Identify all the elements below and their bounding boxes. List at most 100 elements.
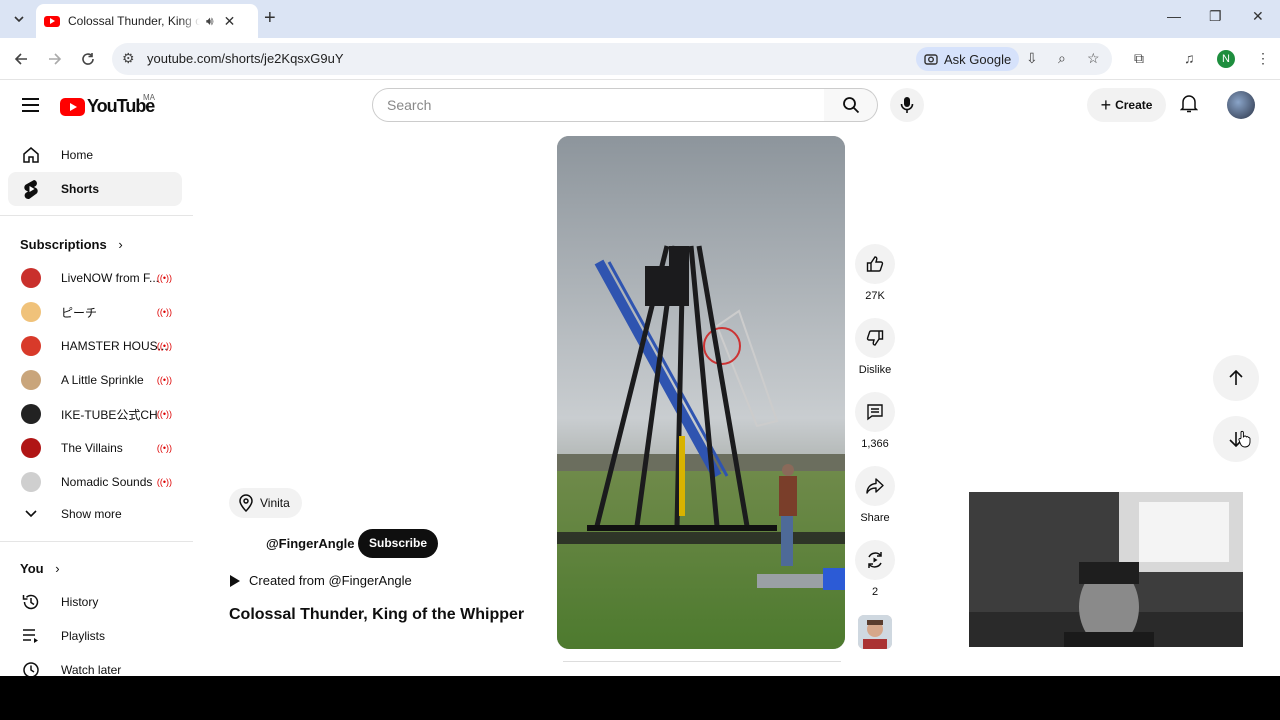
account-avatar[interactable] — [1227, 91, 1255, 119]
like-button[interactable] — [855, 244, 895, 284]
browser-tab[interactable]: Colossal Thunder, King of the Whipper 🔊︎… — [36, 4, 258, 38]
channel-avatar — [21, 438, 41, 458]
share-button[interactable] — [855, 466, 895, 506]
sidebar-subscription-item[interactable]: Nomadic Sounds ((•)) — [8, 465, 182, 499]
arrow-up-icon — [1229, 370, 1243, 385]
sidebar-subscription-item[interactable]: The Villains ((•)) — [8, 431, 182, 465]
watch-later-icon — [20, 661, 42, 676]
created-from-link[interactable]: Created from @FingerAngle — [229, 573, 412, 588]
voice-search-button[interactable] — [890, 88, 924, 122]
sidebar-subscription-item[interactable]: LiveNOW from F... ((•)) — [8, 261, 182, 295]
share-icon — [866, 478, 884, 494]
you-header[interactable]: You › — [20, 561, 60, 576]
sidebar-item-watch-later[interactable]: Watch later — [8, 653, 182, 676]
subscription-label: A Little Sprinkle — [61, 373, 144, 387]
live-indicator-icon: ((•)) — [156, 307, 172, 317]
subscription-label: LiveNOW from F... — [61, 271, 160, 285]
browser-window: Colossal Thunder, King of the Whipper 🔊︎… — [0, 0, 1280, 676]
comments-button[interactable] — [855, 392, 895, 432]
dislike-button[interactable] — [855, 318, 895, 358]
divider — [0, 541, 193, 542]
ask-google-label: Ask Google — [944, 51, 1012, 67]
subscription-label: HAMSTER HOUS... — [61, 339, 168, 353]
sidebar-item-label: Watch later — [61, 663, 122, 676]
youtube-play-icon — [60, 97, 85, 116]
subscription-label: Nomadic Sounds — [61, 475, 153, 489]
new-tab-icon[interactable]: + — [264, 8, 276, 28]
minimize-icon[interactable]: — — [1167, 8, 1181, 24]
sidebar-subscription-item[interactable]: ピーチ ((•)) — [8, 295, 182, 329]
previous-short-button[interactable] — [1213, 355, 1259, 401]
media-icon[interactable]: ♫ — [1184, 50, 1195, 66]
comment-count: 1,366 — [861, 438, 889, 450]
hamburger-icon[interactable] — [22, 98, 39, 116]
video-frame — [557, 136, 845, 649]
live-indicator-icon: ((•)) — [156, 375, 172, 385]
profile-avatar[interactable]: N — [1217, 50, 1235, 68]
speaker-icon[interactable]: 🔊︎ — [206, 14, 214, 29]
subscribe-button[interactable]: Subscribe — [358, 529, 438, 558]
sidebar-subscription-item[interactable]: A Little Sprinkle ((•)) — [8, 363, 182, 397]
remix-button[interactable] — [855, 540, 895, 580]
channel-avatar — [21, 370, 41, 390]
live-indicator-icon: ((•)) — [156, 443, 172, 453]
sidebar-item-playlists[interactable]: Playlists — [8, 619, 182, 653]
dislike-label: Dislike — [858, 364, 892, 376]
country-code: MA — [143, 93, 155, 102]
menu-icon[interactable]: ⋮ — [1256, 50, 1270, 67]
back-icon[interactable] — [10, 48, 32, 70]
search-button[interactable] — [824, 88, 878, 122]
star-icon[interactable]: ☆ — [1087, 50, 1100, 67]
divider — [0, 215, 193, 216]
location-chip[interactable]: Vinita — [229, 488, 302, 518]
url-text[interactable]: youtube.com/shorts/je2KqsxG9uY — [147, 51, 344, 66]
location-pin-icon — [239, 494, 253, 512]
sidebar-item-home[interactable]: Home — [8, 138, 182, 172]
close-icon[interactable]: ✕ — [224, 13, 236, 30]
zoom-icon[interactable]: ⌕ — [1058, 50, 1066, 67]
search-input[interactable]: Search — [372, 88, 825, 122]
plus-icon: + — [1100, 94, 1112, 115]
audio-source-thumbnail[interactable] — [858, 615, 892, 649]
sidebar-item-label: Shorts — [61, 182, 100, 196]
short-title[interactable]: Colossal Thunder, King of the Whipper — [229, 606, 524, 624]
window-close-icon[interactable]: ✕ — [1252, 8, 1264, 25]
tab-title: Colossal Thunder, King of the Whipper — [68, 14, 200, 28]
show-more-button[interactable]: Show more — [8, 497, 182, 531]
divider — [563, 661, 841, 662]
tab-strip: Colossal Thunder, King of the Whipper 🔊︎… — [0, 0, 1280, 38]
restore-icon[interactable]: ❐ — [1209, 8, 1222, 25]
webcam-overlay — [969, 492, 1243, 647]
like-count: 27K — [865, 290, 885, 302]
short-video-player[interactable] — [557, 136, 845, 649]
tab-search-icon[interactable] — [8, 8, 30, 30]
history-icon — [20, 593, 42, 611]
ask-google-button[interactable]: Ask Google — [916, 47, 1020, 71]
create-label: Create — [1115, 98, 1153, 112]
youtube-logo[interactable]: YouTube — [60, 96, 155, 117]
sidebar-item-history[interactable]: History — [8, 585, 182, 619]
install-icon[interactable]: ⇩ — [1026, 50, 1038, 67]
channel-avatar — [21, 336, 41, 356]
address-bar[interactable]: ⚙︎ youtube.com/shorts/je2KqsxG9uY Ask Go… — [112, 43, 1112, 75]
sidebar-subscription-item[interactable]: IKE-TUBE公式CH ((•)) — [8, 397, 182, 431]
sidebar-item-shorts[interactable]: Shorts — [8, 172, 182, 206]
create-button[interactable]: + Create — [1087, 88, 1166, 122]
site-info-icon[interactable]: ⚙︎ — [122, 50, 135, 67]
subscription-label: ピーチ — [61, 305, 98, 320]
youtube-favicon-icon — [44, 15, 60, 27]
channel-name[interactable]: @FingerAngle — [266, 536, 355, 551]
reload-icon[interactable] — [77, 48, 99, 70]
sidebar-item-label: Home — [61, 148, 94, 162]
sidebar-subscription-item[interactable]: HAMSTER HOUS... ((•)) — [8, 329, 182, 363]
extensions-icon[interactable]: ⧉ — [1134, 50, 1144, 67]
subscriptions-header[interactable]: Subscriptions › — [20, 237, 123, 252]
forward-icon[interactable] — [44, 48, 66, 70]
live-indicator-icon: ((•)) — [156, 477, 172, 487]
notifications-bell-icon[interactable] — [1179, 93, 1199, 118]
next-short-button[interactable] — [1213, 416, 1259, 462]
shorts-icon — [20, 179, 42, 199]
youtube-page: YouTube MA Search + Create Home Shorts S… — [0, 81, 1280, 676]
location-label: Vinita — [260, 496, 290, 510]
channel-avatar — [21, 404, 41, 424]
